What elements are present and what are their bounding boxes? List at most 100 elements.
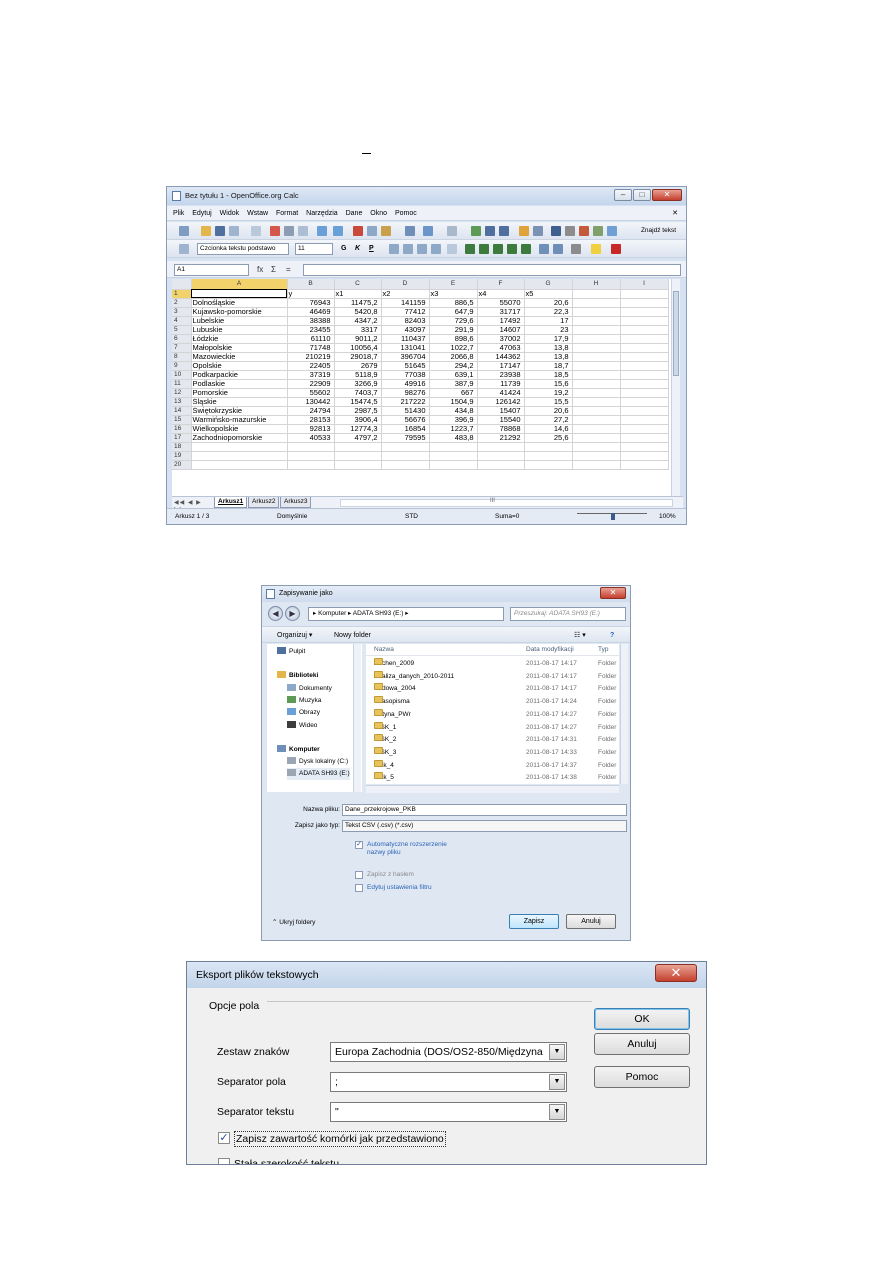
- cell[interactable]: 434,8: [429, 406, 478, 416]
- cell[interactable]: 55602: [287, 388, 335, 398]
- cell[interactable]: [620, 352, 669, 362]
- cell[interactable]: x1: [334, 289, 382, 299]
- cell[interactable]: 23455: [287, 325, 335, 335]
- cell[interactable]: [572, 460, 621, 470]
- nav-item-library[interactable]: Biblioteki: [277, 670, 318, 682]
- row-header[interactable]: 18: [172, 442, 192, 452]
- name-box[interactable]: A1: [174, 264, 249, 276]
- cell[interactable]: 210219: [287, 352, 335, 362]
- column-header[interactable]: A: [191, 279, 288, 290]
- cell[interactable]: [620, 397, 669, 407]
- copy-icon[interactable]: [367, 226, 377, 236]
- cell[interactable]: [572, 289, 621, 299]
- list-item[interactable]: DISK_3 2011-08-17 14:33 Folder: [366, 746, 619, 760]
- cell[interactable]: 82403: [381, 316, 430, 326]
- cell[interactable]: [572, 352, 621, 362]
- cell[interactable]: 2987,5: [334, 406, 382, 416]
- menu-narzedzia[interactable]: Narzędzia: [306, 206, 338, 221]
- list-item[interactable]: Disk_5 2011-08-17 14:38 Folder: [366, 772, 619, 784]
- row-header[interactable]: 7: [172, 343, 192, 353]
- cell[interactable]: x2: [381, 289, 430, 299]
- font-color-icon[interactable]: [611, 244, 621, 254]
- filter-settings-checkbox[interactable]: [355, 884, 363, 892]
- cell[interactable]: [620, 433, 669, 443]
- cell[interactable]: 647,9: [429, 307, 478, 317]
- cell[interactable]: 396704: [381, 352, 430, 362]
- cell[interactable]: 1022,7: [429, 343, 478, 353]
- cell[interactable]: [620, 307, 669, 317]
- nav-item-desktop[interactable]: Pulpit: [277, 646, 305, 658]
- find-text-field[interactable]: Znajdź tekst: [641, 225, 676, 237]
- cell[interactable]: 21292: [477, 433, 525, 443]
- col-type-header[interactable]: Typ: [598, 644, 608, 656]
- cell[interactable]: [572, 388, 621, 398]
- align-left-icon[interactable]: [389, 244, 399, 254]
- nav-item-disk[interactable]: ADATA SH93 (E:): [287, 768, 350, 780]
- save-as-shown-label[interactable]: Zapisz zawartość komórki jak przedstawio…: [234, 1131, 446, 1147]
- ok-button[interactable]: OK: [594, 1008, 690, 1030]
- row-header[interactable]: 4: [172, 316, 192, 326]
- cell[interactable]: 19,2: [524, 388, 573, 398]
- chevron-down-icon[interactable]: ▼: [549, 1044, 565, 1060]
- cell[interactable]: Warmińsko-mazurskie: [191, 415, 288, 425]
- cell[interactable]: 38388: [287, 316, 335, 326]
- fixed-width-checkbox[interactable]: [218, 1158, 230, 1164]
- select-all-corner[interactable]: [172, 279, 192, 290]
- list-item[interactable]: Detyna_PWr 2011-08-17 14:27 Folder: [366, 708, 619, 722]
- menu-edytuj[interactable]: Edytuj: [192, 206, 211, 221]
- row-header[interactable]: 9: [172, 361, 192, 371]
- cell[interactable]: 51430: [381, 406, 430, 416]
- cell[interactable]: 15,5: [524, 397, 573, 407]
- cell[interactable]: 4347,2: [334, 316, 382, 326]
- cell[interactable]: [334, 442, 382, 452]
- cell[interactable]: [524, 460, 573, 470]
- cell[interactable]: 729,6: [429, 316, 478, 326]
- cell[interactable]: 78868: [477, 424, 525, 434]
- tab-arkusz1[interactable]: Arkusz1: [214, 497, 248, 508]
- cell[interactable]: 3266,9: [334, 379, 382, 389]
- cell[interactable]: 387,9: [429, 379, 478, 389]
- cell[interactable]: 16854: [381, 424, 430, 434]
- row-header[interactable]: 15: [172, 415, 192, 425]
- cell[interactable]: [620, 415, 669, 425]
- cell[interactable]: 2679: [334, 361, 382, 371]
- list-item[interactable]: Czasopisma 2011-08-17 14:24 Folder: [366, 696, 619, 709]
- cell[interactable]: [429, 442, 478, 452]
- cell[interactable]: 291,9: [429, 325, 478, 335]
- cell[interactable]: 20,6: [524, 406, 573, 416]
- cell[interactable]: 886,5: [429, 298, 478, 308]
- minimize-button[interactable]: –: [614, 189, 632, 201]
- save-close-button[interactable]: ✕: [600, 587, 626, 599]
- background-color-icon[interactable]: [591, 244, 601, 254]
- column-header[interactable]: H: [572, 279, 621, 290]
- help-button[interactable]: Pomoc: [594, 1066, 690, 1088]
- list-item[interactable]: Budowa_2004 2011-08-17 14:17 Folder: [366, 683, 619, 696]
- cell[interactable]: 40533: [287, 433, 335, 443]
- cell[interactable]: [620, 424, 669, 434]
- cell[interactable]: 17: [524, 316, 573, 326]
- cell[interactable]: 396,9: [429, 415, 478, 425]
- cell[interactable]: 667: [429, 388, 478, 398]
- cell[interactable]: 76943: [287, 298, 335, 308]
- cell[interactable]: [620, 442, 669, 452]
- cell[interactable]: 17147: [477, 361, 525, 371]
- add-decimal-icon[interactable]: [507, 244, 517, 254]
- cell[interactable]: Opolskie: [191, 361, 288, 371]
- chevron-down-icon[interactable]: ▼: [549, 1104, 565, 1120]
- new-doc-icon[interactable]: [179, 226, 189, 236]
- auto-extension-checkbox[interactable]: ✓: [355, 841, 363, 849]
- save-icon[interactable]: [215, 226, 225, 236]
- nav-item-music[interactable]: Muzyka: [287, 695, 321, 707]
- cell[interactable]: 5420,8: [334, 307, 382, 317]
- row-header[interactable]: 16: [172, 424, 192, 434]
- tab-arkusz2[interactable]: Arkusz2: [248, 497, 280, 508]
- cell[interactable]: y: [287, 289, 335, 299]
- cell[interactable]: [287, 451, 335, 461]
- cell[interactable]: 31717: [477, 307, 525, 317]
- help-icon[interactable]: ?: [610, 630, 614, 641]
- row-header[interactable]: 13: [172, 397, 192, 407]
- cell[interactable]: 15407: [477, 406, 525, 416]
- cell[interactable]: [572, 343, 621, 353]
- nav-item-video[interactable]: Wideo: [287, 720, 317, 732]
- cancel-button[interactable]: Anuluj: [594, 1033, 690, 1055]
